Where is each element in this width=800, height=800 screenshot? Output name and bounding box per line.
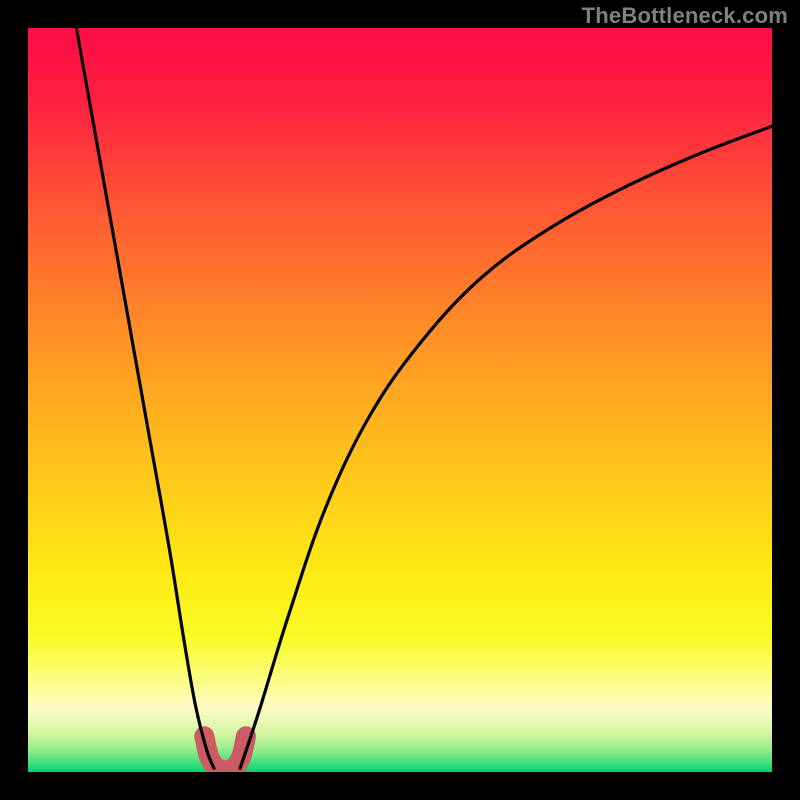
bottleneck-curve-plot — [28, 28, 772, 772]
watermark-text: TheBottleneck.com — [582, 3, 788, 29]
gradient-background — [28, 28, 772, 772]
plot-frame — [28, 28, 772, 772]
